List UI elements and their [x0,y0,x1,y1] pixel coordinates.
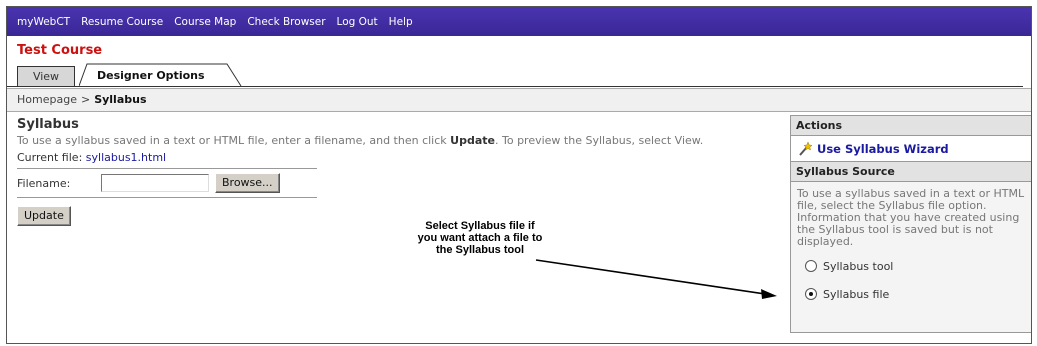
option-syllabus-file[interactable]: Syllabus file [791,280,1031,308]
current-file-link[interactable]: syllabus1.html [86,151,166,164]
breadcrumb-current: Syllabus [94,93,147,106]
option-syllabus-tool[interactable]: Syllabus tool [791,252,1031,280]
tab-view[interactable]: View [17,66,75,87]
syllabus-tool-radio[interactable] [805,260,817,272]
breadcrumb: Homepage > Syllabus [7,88,1031,112]
filename-input[interactable] [101,174,209,192]
main-content: Syllabus To use a syllabus saved in a te… [17,117,777,226]
tab-divider [7,86,1023,87]
current-file-row: Current file: syllabus1.html [17,151,317,169]
update-button[interactable]: Update [17,206,71,226]
instructions-update-word: Update [450,134,495,147]
annotation-line-3: the Syllabus tool [435,244,524,256]
syllabus-file-label: Syllabus file [823,287,890,301]
browse-button[interactable]: Browse... [215,173,280,193]
breadcrumb-separator: > [80,93,91,106]
syllabus-source-header: Syllabus Source [791,162,1031,182]
current-file-label: Current file: [17,151,83,164]
syllabus-wizard-label: Use Syllabus Wizard [817,141,949,156]
annotation-callout: Select Syllabus file if you want attach … [399,220,561,256]
actions-sidebar: Actions Use Syllabus Wizard Syllabus Sou… [790,115,1031,333]
syllabus-file-radio[interactable] [805,288,817,300]
top-navigation: myWebCT Resume Course Course Map Check B… [7,7,1031,36]
course-title: Test Course [17,43,103,58]
actions-header: Actions [791,116,1031,136]
breadcrumb-home[interactable]: Homepage [17,93,77,106]
webct-window: myWebCT Resume Course Course Map Check B… [6,6,1032,344]
filename-label: Filename: [17,176,71,190]
nav-log-out[interactable]: Log Out [337,16,378,28]
magic-wand-icon [799,140,813,156]
tab-designer-options[interactable]: Designer Options [79,63,243,87]
filename-row: Filename: Browse... [17,169,317,198]
tab-bar: View Designer Options [17,63,1023,87]
nav-check-browser[interactable]: Check Browser [247,16,325,28]
syllabus-wizard-link[interactable]: Use Syllabus Wizard [791,136,1031,162]
syllabus-tool-label: Syllabus tool [823,259,894,273]
annotation-line-2: you want attach a file to [417,232,543,244]
instructions-text: To use a syllabus saved in a text or HTM… [17,134,704,147]
tab-designer-label: Designer Options [97,69,205,82]
nav-resume-course[interactable]: Resume Course [81,16,163,28]
annotation-line-1: Select Syllabus file if [425,220,535,232]
nav-course-map[interactable]: Course Map [174,16,236,28]
nav-mywebct[interactable]: myWebCT [17,16,70,28]
syllabus-source-description: To use a syllabus saved in a text or HTM… [797,187,1025,248]
page-title: Syllabus [17,117,79,132]
nav-help[interactable]: Help [389,16,413,28]
